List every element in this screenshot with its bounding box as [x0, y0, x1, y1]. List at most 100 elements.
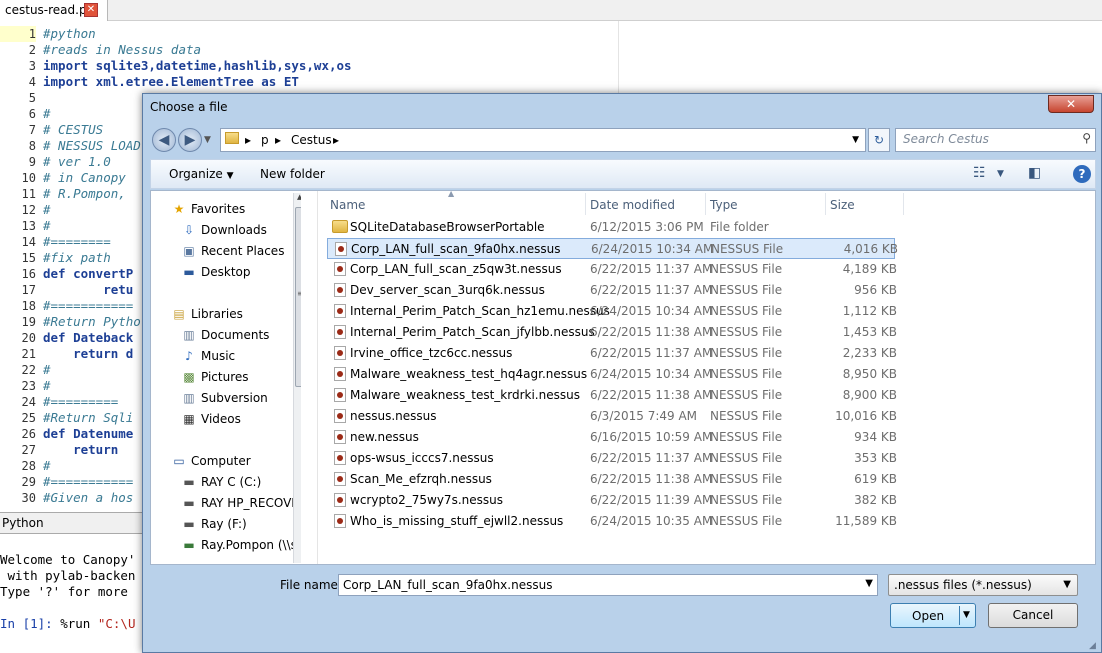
file-name-label: File name: [280, 578, 342, 592]
desktop-icon: ▬ [183, 265, 195, 279]
nav-label: Ray (F:) [201, 517, 247, 531]
nav-drive-c[interactable]: ▬ RAY C (C:) [181, 475, 261, 489]
nav-documents[interactable]: ▥ Documents [181, 328, 269, 342]
nav-music[interactable]: ♪ Music [181, 349, 235, 363]
scroll-up-icon[interactable]: ▲ [297, 193, 301, 201]
line-number: 13 [21, 219, 36, 233]
organize-button[interactable]: Organize ▼ [169, 167, 234, 181]
nav-label: Computer [191, 454, 251, 468]
file-row[interactable]: Internal_Perim_Patch_Scan_hz1emu.nessus 6… [327, 301, 897, 322]
nav-label: Ray.Pompon (\\s [201, 538, 297, 552]
line-number: 16 [21, 267, 36, 281]
nessus-file-icon [334, 367, 346, 381]
nav-pictures[interactable]: ▩ Pictures [181, 370, 248, 384]
file-list: Name ▲ Date modified Type Size SQLiteDat… [319, 189, 1095, 564]
nav-computer[interactable]: ▭ Computer [171, 454, 251, 468]
file-date: 6/22/2015 11:37 AM [590, 346, 713, 360]
nav-drive-f[interactable]: ▬ Ray (F:) [181, 517, 247, 531]
nessus-file-icon [335, 242, 347, 256]
resize-grip-icon[interactable]: ◢ [1089, 641, 1096, 651]
column-header-name[interactable]: Name [330, 198, 365, 212]
file-row[interactable]: Scan_Me_efzrqh.nessus 6/22/2015 11:38 AM N… [327, 469, 897, 490]
close-tab-icon[interactable]: ✕ [84, 3, 98, 17]
file-row[interactable]: Corp_LAN_full_scan_z5qw3t.nessus 6/22/201… [327, 259, 897, 280]
line-number: 24 [21, 395, 36, 409]
chevron-down-icon[interactable]: ▼ [997, 169, 1004, 179]
chevron-down-icon[interactable]: ▼ [852, 135, 859, 145]
address-box[interactable]: ▸ p ▸ Cestus ▸ ▼ [220, 128, 866, 152]
column-header-size[interactable]: Size [830, 198, 855, 212]
recent-locations-icon[interactable]: ▼ [204, 135, 211, 145]
file-row[interactable]: Malware_weakness_test_krdrki.nessus 6/22/… [327, 385, 897, 406]
file-row[interactable]: ops-wsus_icccs7.nessus 6/22/2015 11:37 AM… [327, 448, 897, 469]
file-name: wcrypto2_75wy7s.nessus [350, 493, 503, 507]
nav-network-drive[interactable]: ▬ Ray.Pompon (\\s [181, 538, 297, 552]
code-line: def convertP [43, 266, 134, 281]
nav-label: Downloads [201, 223, 267, 237]
search-icon[interactable]: ⚲ [1082, 131, 1091, 145]
file-name-input[interactable]: Corp_LAN_full_scan_9fa0hx.nessus ▼ [338, 574, 878, 596]
editor-tab[interactable]: cestus-read.py ✕ [0, 0, 108, 21]
nav-label: Subversion [201, 391, 268, 405]
file-date: 6/24/2015 10:34 AM [590, 367, 713, 381]
view-options-icon[interactable]: ☷ [973, 165, 986, 181]
back-arrow-icon[interactable]: ◀ [152, 128, 176, 152]
nav-label: RAY C (C:) [201, 475, 262, 489]
nav-libraries[interactable]: ▤ Libraries [171, 307, 243, 321]
nessus-file-icon [334, 304, 346, 318]
file-row[interactable]: Dev_server_scan_3urq6k.nessus 6/22/2015 1… [327, 280, 897, 301]
nav-recent-places[interactable]: ▣ Recent Places [181, 244, 284, 258]
help-icon[interactable]: ? [1073, 165, 1091, 183]
open-button[interactable]: Open ▼ [890, 603, 976, 628]
line-number: 3 [28, 59, 36, 73]
file-size: 2,233 KB [842, 346, 897, 360]
code-line: #======== [43, 234, 111, 249]
nessus-file-icon [334, 346, 346, 360]
python-console[interactable]: Welcome to Canopy' with pylab-backen Type… [0, 536, 143, 653]
libraries-icon: ▤ [173, 307, 185, 321]
nessus-file-icon [334, 472, 346, 486]
line-number: 6 [28, 107, 36, 121]
cancel-button[interactable]: Cancel [988, 603, 1078, 628]
chevron-down-icon: ▼ [226, 171, 234, 181]
column-divider[interactable] [585, 193, 586, 215]
file-type-select[interactable]: .nessus files (*.nessus) ▼ [888, 574, 1078, 596]
file-row[interactable]: wcrypto2_75wy7s.nessus 6/22/2015 11:39 AM… [327, 490, 897, 511]
console-line: Type '?' for more [0, 584, 136, 599]
nav-videos[interactable]: ▦ Videos [181, 412, 241, 426]
file-row[interactable]: Corp_LAN_full_scan_9fa0hx.nessus 6/24/201… [327, 238, 898, 259]
breadcrumb-cestus[interactable]: Cestus [291, 133, 332, 147]
dialog-close-button[interactable]: ✕ [1048, 95, 1094, 113]
column-divider[interactable] [903, 193, 904, 215]
column-header-date[interactable]: Date modified [590, 198, 675, 212]
column-divider[interactable] [705, 193, 706, 215]
new-folder-button[interactable]: New folder [260, 167, 325, 181]
nav-downloads[interactable]: ⇩ Downloads [181, 223, 267, 237]
open-label: Open [912, 609, 945, 623]
column-divider[interactable] [825, 193, 826, 215]
column-header-type[interactable]: Type [710, 198, 738, 212]
nav-subversion[interactable]: ▥ Subversion [181, 391, 268, 405]
file-row[interactable]: Internal_Perim_Patch_Scan_jfylbb.nessus 6… [327, 322, 897, 343]
search-input[interactable]: Search Cestus ⚲ [895, 128, 1096, 152]
file-row[interactable]: Irvine_office_tzc6cc.nessus 6/22/2015 11:… [327, 343, 897, 364]
file-row[interactable]: SQLiteDatabaseBrowserPortable 6/12/2015 3… [327, 217, 895, 238]
pane-splitter[interactable] [317, 191, 318, 564]
file-row[interactable]: Who_is_missing_stuff_ejwll2.nessus 6/24/2… [327, 511, 897, 532]
nav-favorites[interactable]: ★ Favorites [171, 202, 246, 216]
nav-scrollbar[interactable]: ▲ ≡ [293, 193, 301, 563]
subversion-icon: ▥ [183, 391, 195, 405]
python-console-tab[interactable]: Python [0, 512, 143, 534]
preview-pane-icon[interactable]: ◧ [1028, 165, 1041, 181]
file-row[interactable]: new.nessus 6/16/2015 10:59 AM NESSUS File 9… [327, 427, 897, 448]
refresh-icon[interactable]: ↻ [868, 128, 890, 152]
breadcrumb-p[interactable]: p [261, 133, 269, 147]
file-row[interactable]: nessus.nessus 6/3/2015 7:49 AM NESSUS File… [327, 406, 897, 427]
forward-arrow-icon[interactable]: ▶ [178, 128, 202, 152]
chevron-down-icon[interactable]: ▼ [963, 610, 970, 620]
nav-drive-hp[interactable]: ▬ RAY HP_RECOVE [181, 496, 299, 510]
chevron-down-icon[interactable]: ▼ [865, 578, 873, 589]
nav-desktop[interactable]: ▬ Desktop [181, 265, 250, 279]
drive-icon: ▬ [183, 496, 195, 510]
file-row[interactable]: Malware_weakness_test_hq4agr.nessus 6/24/… [327, 364, 897, 385]
